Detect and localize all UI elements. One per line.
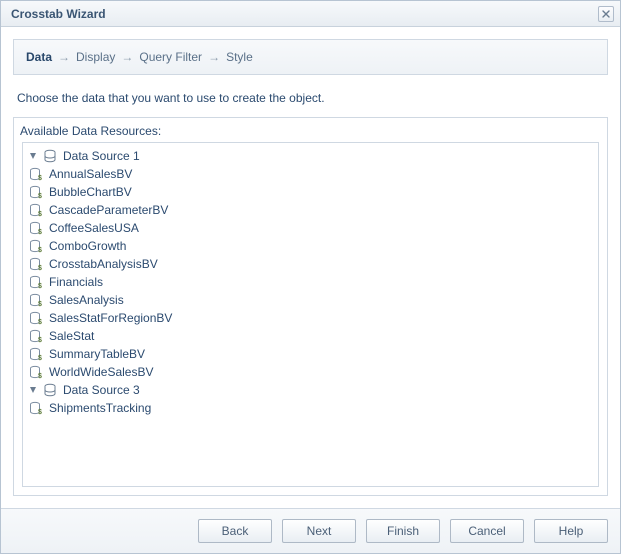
svg-text:$: $ [38, 265, 42, 271]
close-button[interactable] [598, 6, 614, 22]
resources-label: Available Data Resources: [14, 118, 607, 142]
step-display: Display [76, 50, 115, 64]
business-view-label: SaleStat [49, 329, 94, 343]
svg-text:$: $ [38, 283, 42, 289]
back-button-label: Back [222, 524, 249, 538]
svg-text:$: $ [38, 193, 42, 199]
wizard-steps: Data → Display → Query Filter → Style [13, 39, 608, 75]
cancel-button[interactable]: Cancel [450, 519, 524, 543]
svg-text:$: $ [38, 373, 42, 379]
business-view-node[interactable]: $ AnnualSalesBV [29, 165, 592, 183]
finish-button[interactable]: Finish [366, 519, 440, 543]
step-separator: → [58, 50, 70, 64]
svg-text:$: $ [38, 319, 42, 325]
step-style: Style [226, 50, 253, 64]
business-view-node[interactable]: $ WorldWideSalesBV [29, 363, 592, 381]
business-view-label: BubbleChartBV [49, 185, 132, 199]
business-view-node[interactable]: $ SalesAnalysis [29, 291, 592, 309]
business-view-label: SalesStatForRegionBV [49, 311, 172, 325]
data-source-node[interactable]: Data Source 1 [29, 147, 592, 165]
business-view-label: ComboGrowth [49, 239, 126, 253]
business-view-icon: $ [29, 221, 43, 235]
resources-tree[interactable]: Data Source 1 $ AnnualSalesBV $ BubbleChartB… [22, 142, 599, 487]
step-query-filter: Query Filter [139, 50, 202, 64]
expand-icon[interactable] [29, 386, 37, 394]
titlebar: Crosstab Wizard [1, 1, 620, 27]
help-button-label: Help [559, 524, 584, 538]
business-view-icon: $ [29, 203, 43, 217]
svg-text:$: $ [38, 337, 42, 343]
svg-text:$: $ [38, 247, 42, 253]
business-view-label: Financials [49, 275, 103, 289]
step-separator: → [121, 50, 133, 64]
business-view-node[interactable]: $ Financials [29, 273, 592, 291]
wizard-window: Crosstab Wizard Data → Display → Query Filte… [0, 0, 621, 554]
button-bar: Back Next Finish Cancel Help [1, 508, 620, 553]
business-view-icon: $ [29, 275, 43, 289]
finish-button-label: Finish [387, 524, 419, 538]
close-icon [602, 10, 610, 18]
business-view-icon: $ [29, 167, 43, 181]
data-source-label: Data Source 3 [63, 383, 140, 397]
help-button[interactable]: Help [534, 519, 608, 543]
business-view-node[interactable]: $ SaleStat [29, 327, 592, 345]
business-view-node[interactable]: $ BubbleChartBV [29, 183, 592, 201]
data-source-label: Data Source 1 [63, 149, 140, 163]
business-view-icon: $ [29, 293, 43, 307]
business-view-icon: $ [29, 329, 43, 343]
business-view-node[interactable]: $ CrosstabAnalysisBV [29, 255, 592, 273]
svg-text:$: $ [38, 175, 42, 181]
business-view-label: CascadeParameterBV [49, 203, 168, 217]
next-button[interactable]: Next [282, 519, 356, 543]
svg-text:$: $ [38, 355, 42, 361]
data-source-node[interactable]: Data Source 3 [29, 381, 592, 399]
svg-text:$: $ [38, 409, 42, 415]
business-view-label: CrosstabAnalysisBV [49, 257, 158, 271]
business-view-node[interactable]: $ SummaryTableBV [29, 345, 592, 363]
svg-text:$: $ [38, 301, 42, 307]
business-view-node[interactable]: $ ShipmentsTracking [29, 399, 592, 417]
business-view-node[interactable]: $ ComboGrowth [29, 237, 592, 255]
business-view-label: CoffeeSalesUSA [49, 221, 139, 235]
business-view-node[interactable]: $ CoffeeSalesUSA [29, 219, 592, 237]
expand-icon[interactable] [29, 152, 37, 160]
svg-text:$: $ [38, 211, 42, 217]
next-button-label: Next [307, 524, 332, 538]
business-view-icon: $ [29, 311, 43, 325]
window-title: Crosstab Wizard [11, 7, 598, 21]
instruction-text: Choose the data that you want to use to … [13, 75, 608, 117]
business-view-label: SummaryTableBV [49, 347, 145, 361]
business-view-icon: $ [29, 365, 43, 379]
business-view-label: WorldWideSalesBV [49, 365, 153, 379]
resources-section: Available Data Resources: Data Source 1 $… [13, 117, 608, 496]
content-area: Data → Display → Query Filter → Style Choose t… [1, 27, 620, 508]
business-view-label: SalesAnalysis [49, 293, 124, 307]
business-view-node[interactable]: $ SalesStatForRegionBV [29, 309, 592, 327]
business-view-label: AnnualSalesBV [49, 167, 132, 181]
business-view-node[interactable]: $ CascadeParameterBV [29, 201, 592, 219]
business-view-icon: $ [29, 239, 43, 253]
business-view-icon: $ [29, 347, 43, 361]
database-icon [43, 149, 57, 163]
business-view-icon: $ [29, 185, 43, 199]
svg-text:$: $ [38, 229, 42, 235]
business-view-label: ShipmentsTracking [49, 401, 151, 415]
business-view-icon: $ [29, 401, 43, 415]
step-data: Data [26, 50, 52, 64]
step-separator: → [208, 50, 220, 64]
back-button[interactable]: Back [198, 519, 272, 543]
cancel-button-label: Cancel [468, 524, 505, 538]
database-icon [43, 383, 57, 397]
business-view-icon: $ [29, 257, 43, 271]
